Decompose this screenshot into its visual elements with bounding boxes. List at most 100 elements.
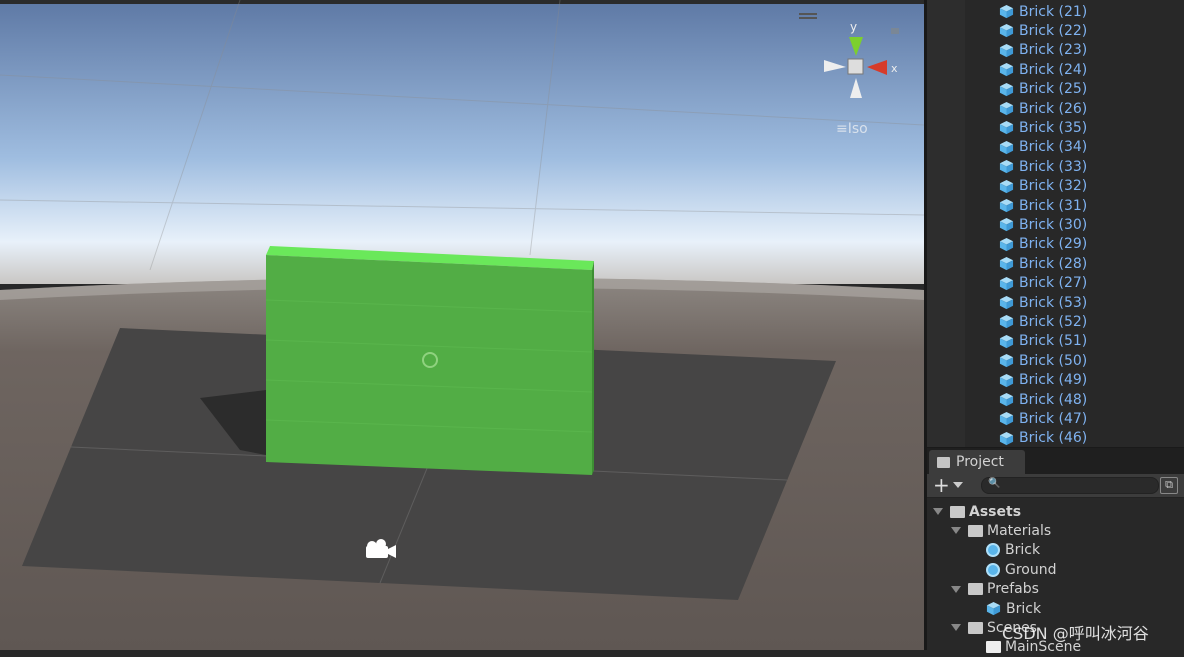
hierarchy-item-label: Brick (52) — [1019, 313, 1088, 330]
hierarchy-item-label: Brick (24) — [1019, 61, 1088, 78]
add-button[interactable]: + — [933, 474, 950, 496]
hierarchy-item[interactable]: Brick (32) — [999, 177, 1087, 196]
prefab-cube-icon — [999, 82, 1014, 96]
hierarchy-item-label: Brick (46) — [1019, 430, 1088, 447]
hierarchy-item[interactable]: Brick (47) — [999, 409, 1087, 428]
scene-view[interactable]: y x ≡Iso — [0, 0, 924, 650]
hierarchy-item[interactable]: Brick (31) — [999, 196, 1087, 215]
folder-icon — [968, 621, 983, 634]
hierarchy-item[interactable]: Brick (46) — [999, 429, 1087, 447]
hierarchy-item[interactable]: Brick (51) — [999, 332, 1087, 351]
hierarchy-panel: Brick (21) Brick (22) Brick (23) Brick (24)… — [927, 0, 1184, 447]
folder-icon — [950, 505, 965, 518]
hierarchy-item[interactable]: Brick (53) — [999, 293, 1087, 312]
hierarchy-item-label: Brick (53) — [1019, 294, 1088, 311]
prefab-cube-icon — [999, 63, 1014, 77]
hierarchy-item-label: Brick (49) — [1019, 372, 1088, 389]
hierarchy-item-label: Brick (30) — [1019, 216, 1088, 233]
hierarchy-item-label: Brick (27) — [1019, 275, 1088, 292]
hierarchy-item-label: Brick (26) — [1019, 100, 1088, 117]
project-item[interactable]: Prefabs — [951, 580, 1039, 599]
expand-arrow-icon[interactable] — [933, 508, 943, 515]
prefab-cube-icon — [999, 334, 1014, 348]
prefab-cube-icon — [999, 179, 1014, 193]
hierarchy-item-label: Brick (34) — [1019, 139, 1088, 156]
project-item[interactable]: Assets — [933, 502, 1021, 521]
hierarchy-item-label: Brick (35) — [1019, 119, 1088, 136]
expand-arrow-icon[interactable] — [951, 585, 961, 593]
search-icon: 🔍 — [988, 478, 1001, 489]
prefab-cube-icon — [999, 373, 1014, 387]
prefab-cube-icon — [999, 276, 1014, 290]
project-item-label: Brick — [1005, 542, 1041, 559]
prefab-cube-icon — [999, 315, 1014, 329]
project-item-label: Ground — [1005, 561, 1057, 578]
tab-project[interactable]: Project — [929, 450, 1025, 474]
hierarchy-item[interactable]: Brick (23) — [999, 41, 1087, 60]
prefab-cube-icon — [999, 160, 1014, 174]
lock-icon[interactable] — [891, 28, 899, 34]
hierarchy-item-label: Brick (50) — [1019, 352, 1088, 369]
hierarchy-item-label: Brick (25) — [1019, 81, 1088, 98]
project-item-label: Assets — [969, 503, 1022, 520]
hierarchy-item[interactable]: Brick (21) — [999, 2, 1087, 21]
prefab-cube-icon — [999, 237, 1014, 251]
search-input[interactable]: 🔍 — [981, 477, 1159, 494]
hierarchy-item-label: Brick (28) — [1019, 255, 1088, 272]
project-item-label: Brick — [1006, 600, 1042, 617]
prefab-cube-icon — [999, 218, 1014, 232]
prefab-cube-icon — [999, 354, 1014, 368]
gizmo-y-label: y — [850, 20, 857, 34]
search-by-type-button[interactable]: ⧉ — [1160, 477, 1178, 494]
chevron-down-icon[interactable] — [953, 482, 963, 488]
folder-icon — [968, 583, 983, 596]
hierarchy-item[interactable]: Brick (33) — [999, 157, 1087, 176]
hierarchy-item[interactable]: Brick (29) — [999, 235, 1087, 254]
prefab-cube-icon — [999, 431, 1014, 445]
project-item-label: Materials — [987, 522, 1052, 539]
hierarchy-item[interactable]: Brick (28) — [999, 254, 1087, 273]
project-item[interactable]: Brick — [969, 541, 1040, 560]
hierarchy-item-label: Brick (47) — [1019, 410, 1088, 427]
prefab-cube-icon — [999, 43, 1014, 57]
hierarchy-item-label: Brick (23) — [1019, 42, 1088, 59]
hierarchy-item[interactable]: Brick (50) — [999, 351, 1087, 370]
hierarchy-item[interactable]: Brick (34) — [999, 138, 1087, 157]
hierarchy-item-label: Brick (21) — [1019, 3, 1088, 20]
expand-arrow-icon[interactable] — [951, 527, 961, 535]
hierarchy-item[interactable]: Brick (35) — [999, 118, 1087, 137]
hierarchy-item-label: Brick (48) — [1019, 391, 1088, 408]
watermark: CSDN @呼叫冰河谷 — [1002, 624, 1149, 643]
hierarchy-item[interactable]: Brick (49) — [999, 371, 1087, 390]
prefab-cube-icon — [999, 4, 1014, 19]
folder-icon — [937, 456, 950, 468]
expand-arrow-icon[interactable] — [951, 624, 961, 632]
prefab-cube-icon — [986, 601, 1001, 616]
hierarchy-item[interactable]: Brick (24) — [999, 60, 1087, 79]
scene-icon — [986, 641, 1001, 654]
hierarchy-item[interactable]: Brick (48) — [999, 390, 1087, 409]
hierarchy-item-label: Brick (33) — [1019, 158, 1088, 175]
hierarchy-item-label: Brick (29) — [1019, 236, 1088, 253]
project-item-label: Prefabs — [987, 581, 1039, 598]
material-icon — [986, 543, 1000, 558]
hierarchy-item[interactable]: Brick (27) — [999, 274, 1087, 293]
brick-wall[interactable] — [265, 246, 594, 475]
tab-label: Project — [956, 454, 1004, 470]
project-item[interactable]: Brick — [969, 599, 1041, 618]
hierarchy-item[interactable]: Brick (52) — [999, 312, 1087, 331]
hierarchy-item-label: Brick (22) — [1019, 22, 1088, 39]
prefab-cube-icon — [999, 295, 1014, 310]
hierarchy-item[interactable]: Brick (25) — [999, 80, 1087, 99]
hierarchy-item-label: Brick (32) — [1019, 178, 1088, 195]
prefab-cube-icon — [999, 101, 1014, 116]
projection-label[interactable]: ≡Iso — [836, 121, 868, 137]
prefab-cube-icon — [999, 257, 1014, 271]
prefab-cube-icon — [999, 140, 1014, 154]
project-item[interactable]: Ground — [969, 560, 1057, 579]
prefab-cube-icon — [999, 392, 1014, 407]
hierarchy-item[interactable]: Brick (30) — [999, 215, 1087, 234]
project-item[interactable]: Materials — [951, 521, 1051, 540]
hierarchy-item[interactable]: Brick (22) — [999, 21, 1087, 40]
hierarchy-item[interactable]: Brick (26) — [999, 99, 1087, 118]
